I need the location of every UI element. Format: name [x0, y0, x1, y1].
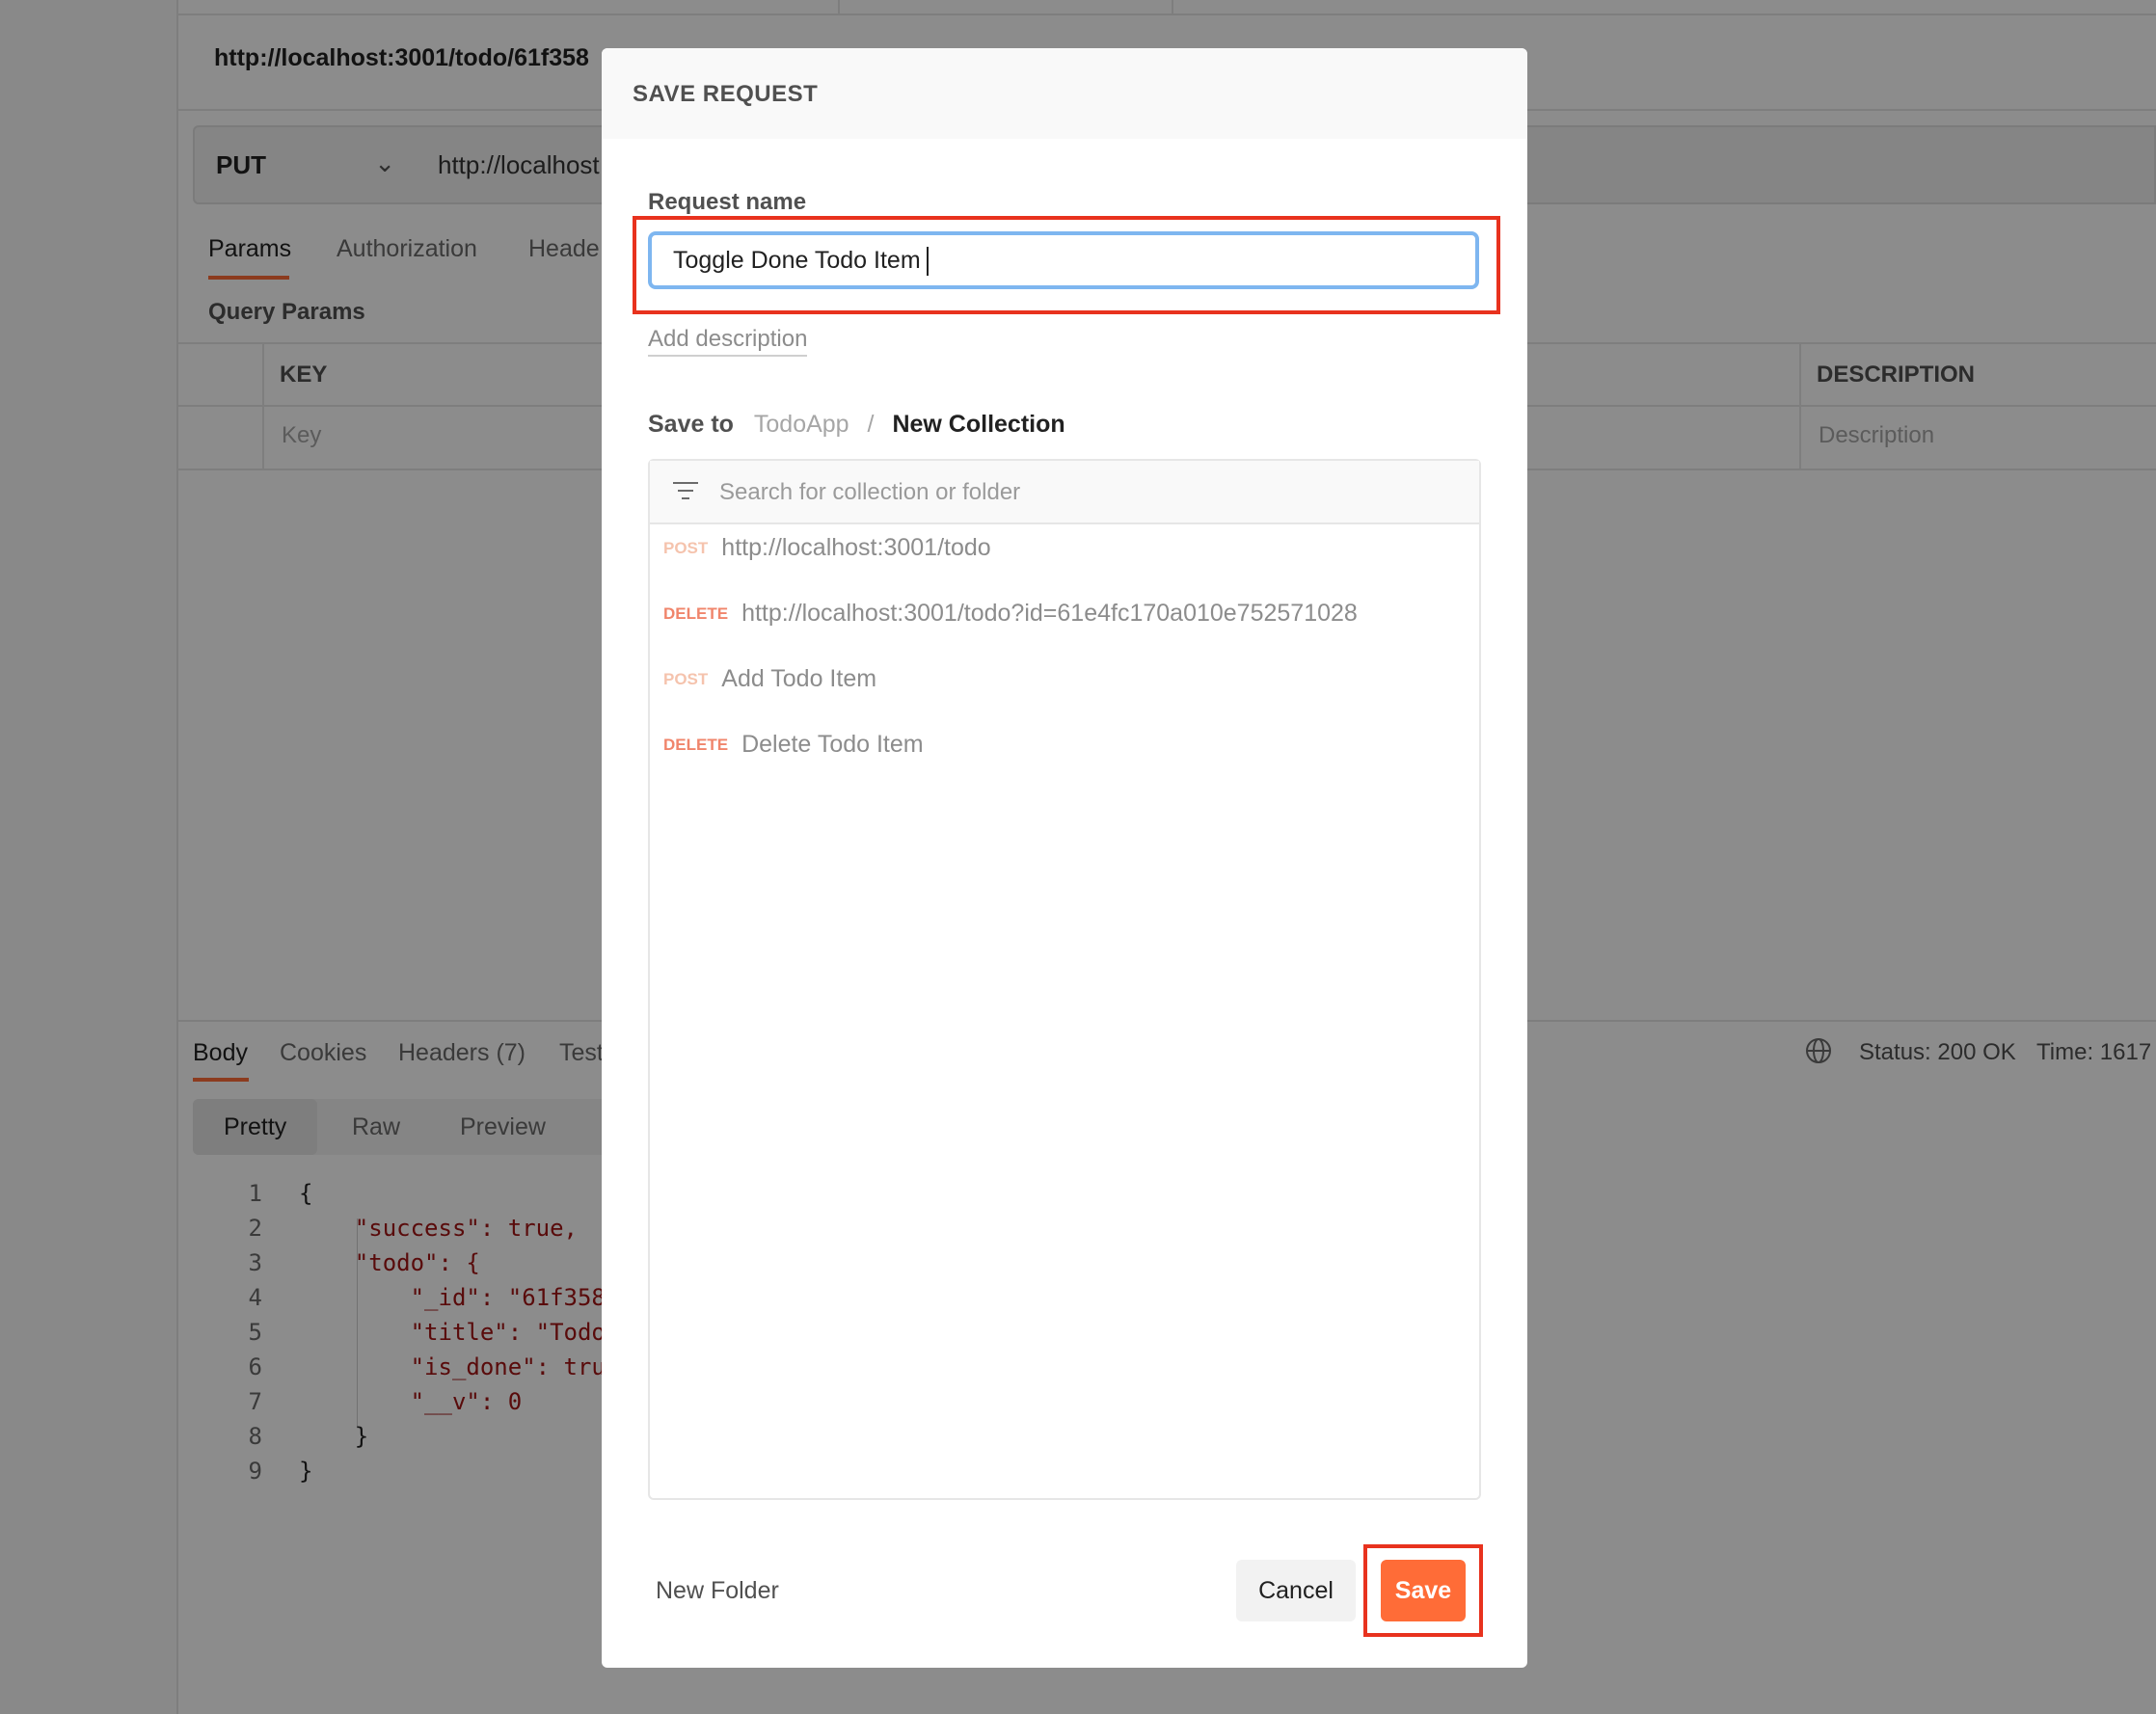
- highlight-save-button: [1363, 1544, 1483, 1637]
- request-name-label: Request name: [648, 189, 807, 215]
- list-item[interactable]: POST Add Todo Item: [663, 665, 876, 704]
- method-badge: DELETE: [663, 735, 729, 754]
- request-item-name: http://localhost:3001/todo?id=61e4fc170a…: [741, 600, 1358, 627]
- dialog-title: SAVE REQUEST: [633, 81, 819, 107]
- request-item-name: http://localhost:3001/todo: [721, 534, 991, 561]
- request-item-name: Delete Todo Item: [741, 731, 924, 758]
- method-badge: POST: [663, 669, 709, 688]
- list-item[interactable]: POST http://localhost:3001/todo: [663, 534, 991, 573]
- add-description-link[interactable]: Add description: [648, 326, 808, 357]
- method-badge: DELETE: [663, 603, 729, 623]
- cancel-button[interactable]: Cancel: [1236, 1560, 1356, 1621]
- save-request-dialog: SAVE REQUEST Request name Add descriptio…: [602, 48, 1527, 1668]
- request-item-name: Add Todo Item: [721, 665, 877, 692]
- method-badge: POST: [663, 538, 709, 557]
- highlight-request-name: [633, 216, 1500, 314]
- breadcrumb-separator: /: [867, 411, 875, 438]
- filter-icon: [673, 482, 698, 499]
- list-item[interactable]: DELETE http://localhost:3001/todo?id=61e4…: [663, 600, 1358, 638]
- save-to-breadcrumb: Save to TodoApp / New Collection: [648, 411, 1065, 439]
- breadcrumb-todoapp[interactable]: TodoApp: [754, 411, 849, 438]
- dialog-header: SAVE REQUEST: [602, 48, 1527, 139]
- collection-search-input[interactable]: [717, 461, 1454, 524]
- save-to-label: Save to: [648, 411, 734, 438]
- list-item[interactable]: DELETE Delete Todo Item: [663, 731, 924, 769]
- breadcrumb-current: New Collection: [892, 411, 1065, 438]
- new-folder-button[interactable]: New Folder: [656, 1577, 779, 1605]
- collection-search-bar: [650, 461, 1479, 524]
- collection-browser: POST http://localhost:3001/todo DELETE htt…: [648, 459, 1481, 1500]
